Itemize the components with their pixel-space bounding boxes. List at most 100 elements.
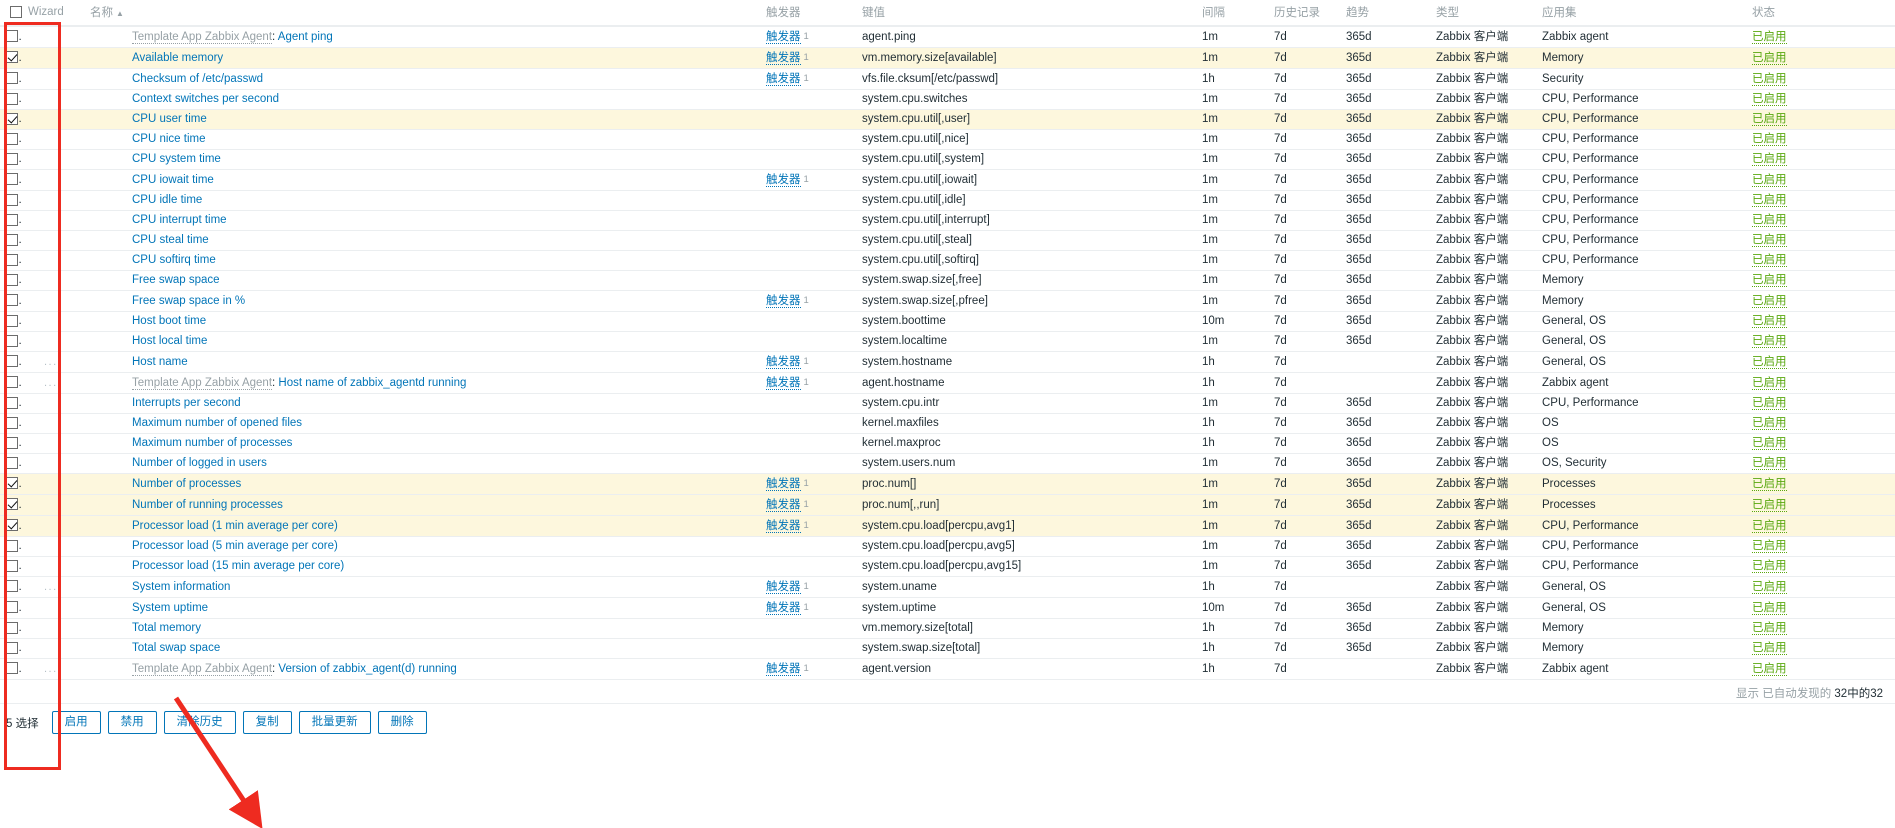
status-badge[interactable]: 已启用 xyxy=(1752,335,1787,348)
item-name-link[interactable]: Agent ping xyxy=(278,31,333,43)
wizard-cell[interactable]: ... xyxy=(22,351,84,373)
item-name-link[interactable]: Number of running processes xyxy=(132,499,283,511)
status-cell[interactable]: 已启用 xyxy=(1746,169,1895,191)
row-select-cell[interactable] xyxy=(0,372,22,394)
row-checkbox[interactable] xyxy=(6,519,18,532)
select-all-header[interactable] xyxy=(0,0,22,27)
row-checkbox[interactable] xyxy=(6,294,18,307)
triggers-cell[interactable]: 触发器 1 xyxy=(760,372,856,394)
row-select-cell[interactable] xyxy=(0,453,22,474)
status-cell[interactable]: 已启用 xyxy=(1746,89,1895,110)
sort-asc-icon[interactable]: ▲ xyxy=(116,9,124,18)
status-badge[interactable]: 已启用 xyxy=(1752,93,1787,106)
status-badge[interactable]: 已启用 xyxy=(1752,173,1787,187)
row-select-cell[interactable] xyxy=(0,47,22,69)
triggers-link[interactable]: 触发器 xyxy=(766,663,801,676)
row-select-cell[interactable] xyxy=(0,89,22,110)
row-select-cell[interactable] xyxy=(0,190,22,211)
row-checkbox[interactable] xyxy=(6,334,18,347)
status-cell[interactable]: 已启用 xyxy=(1746,576,1895,598)
triggers-link[interactable]: 触发器 xyxy=(766,73,801,86)
status-cell[interactable]: 已启用 xyxy=(1746,47,1895,69)
row-checkbox[interactable] xyxy=(6,559,18,572)
status-cell[interactable]: 已启用 xyxy=(1746,638,1895,659)
status-cell[interactable]: 已启用 xyxy=(1746,433,1895,454)
status-cell[interactable]: 已启用 xyxy=(1746,68,1895,90)
item-name-link[interactable]: Version of zabbix_agent(d) running xyxy=(278,663,456,675)
disable-button[interactable]: 禁用 xyxy=(107,711,157,734)
triggers-cell[interactable]: 触发器 1 xyxy=(760,494,856,516)
status-cell[interactable]: 已启用 xyxy=(1746,556,1895,577)
item-name-link[interactable]: Number of logged in users xyxy=(132,457,267,469)
row-select-cell[interactable] xyxy=(0,576,22,598)
row-checkbox[interactable] xyxy=(6,621,18,634)
row-select-cell[interactable] xyxy=(0,230,22,251)
row-checkbox[interactable] xyxy=(6,213,18,226)
triggers-cell[interactable]: 触发器 1 xyxy=(760,290,856,312)
status-badge[interactable]: 已启用 xyxy=(1752,72,1787,86)
triggers-cell[interactable]: 触发器 1 xyxy=(760,597,856,619)
status-badge[interactable]: 已启用 xyxy=(1752,214,1787,227)
status-badge[interactable]: 已启用 xyxy=(1752,194,1787,207)
status-badge[interactable]: 已启用 xyxy=(1752,580,1787,594)
triggers-cell[interactable]: 触发器 1 xyxy=(760,47,856,69)
row-checkbox[interactable] xyxy=(6,416,18,429)
item-name-link[interactable]: Host boot time xyxy=(132,315,206,327)
triggers-link[interactable]: 触发器 xyxy=(766,356,801,369)
triggers-cell[interactable]: 触发器 1 xyxy=(760,26,856,48)
item-name-link[interactable]: Total swap space xyxy=(132,642,220,654)
row-select-cell[interactable] xyxy=(0,331,22,352)
wizard-menu-icon[interactable]: ... xyxy=(28,662,58,677)
item-name-link[interactable]: Processor load (15 min average per core) xyxy=(132,560,344,572)
row-select-cell[interactable] xyxy=(0,413,22,434)
row-select-cell[interactable] xyxy=(0,393,22,414)
column-header-interval[interactable]: 间隔 xyxy=(1196,0,1268,27)
status-cell[interactable]: 已启用 xyxy=(1746,618,1895,639)
triggers-link[interactable]: 触发器 xyxy=(766,581,801,594)
triggers-link[interactable]: 触发器 xyxy=(766,377,801,390)
row-checkbox[interactable] xyxy=(6,601,18,614)
status-badge[interactable]: 已启用 xyxy=(1752,540,1787,553)
wizard-cell[interactable]: ... xyxy=(22,658,84,680)
status-badge[interactable]: 已启用 xyxy=(1752,601,1787,615)
status-badge[interactable]: 已启用 xyxy=(1752,113,1787,126)
row-checkbox[interactable] xyxy=(6,193,18,206)
column-header-key[interactable]: 键值 xyxy=(856,0,1196,27)
item-name-link[interactable]: CPU iowait time xyxy=(132,174,214,186)
status-badge[interactable]: 已启用 xyxy=(1752,519,1787,533)
item-name-link[interactable]: Free swap space in % xyxy=(132,295,245,307)
status-badge[interactable]: 已启用 xyxy=(1752,234,1787,247)
row-select-cell[interactable] xyxy=(0,109,22,130)
item-name-link[interactable]: Host name of zabbix_agentd running xyxy=(278,377,466,389)
column-header-status-label[interactable]: 状态 xyxy=(1752,7,1775,19)
status-badge[interactable]: 已启用 xyxy=(1752,498,1787,512)
item-name-link[interactable]: Available memory xyxy=(132,52,223,64)
status-cell[interactable]: 已启用 xyxy=(1746,149,1895,170)
status-badge[interactable]: 已启用 xyxy=(1752,376,1787,390)
row-select-cell[interactable] xyxy=(0,618,22,639)
status-cell[interactable]: 已启用 xyxy=(1746,597,1895,619)
status-cell[interactable]: 已启用 xyxy=(1746,250,1895,271)
row-select-cell[interactable] xyxy=(0,270,22,291)
triggers-link[interactable]: 触发器 xyxy=(766,31,801,44)
row-checkbox[interactable] xyxy=(6,132,18,145)
wizard-menu-icon[interactable]: ... xyxy=(28,580,58,595)
row-checkbox[interactable] xyxy=(6,396,18,409)
status-badge[interactable]: 已启用 xyxy=(1752,417,1787,430)
status-cell[interactable]: 已启用 xyxy=(1746,210,1895,231)
row-checkbox[interactable] xyxy=(6,92,18,105)
item-name-link[interactable]: Context switches per second xyxy=(132,93,279,105)
status-cell[interactable]: 已启用 xyxy=(1746,270,1895,291)
item-name-link[interactable]: Processor load (5 min average per core) xyxy=(132,540,338,552)
row-checkbox[interactable] xyxy=(6,498,18,511)
item-name-link[interactable]: CPU steal time xyxy=(132,234,209,246)
row-checkbox[interactable] xyxy=(6,30,18,43)
status-cell[interactable]: 已启用 xyxy=(1746,494,1895,516)
wizard-menu-icon[interactable]: ... xyxy=(28,355,58,370)
row-checkbox[interactable] xyxy=(6,436,18,449)
row-select-cell[interactable] xyxy=(0,210,22,231)
status-badge[interactable]: 已启用 xyxy=(1752,51,1787,65)
triggers-link[interactable]: 触发器 xyxy=(766,52,801,65)
status-cell[interactable]: 已启用 xyxy=(1746,311,1895,332)
row-select-cell[interactable] xyxy=(0,129,22,150)
